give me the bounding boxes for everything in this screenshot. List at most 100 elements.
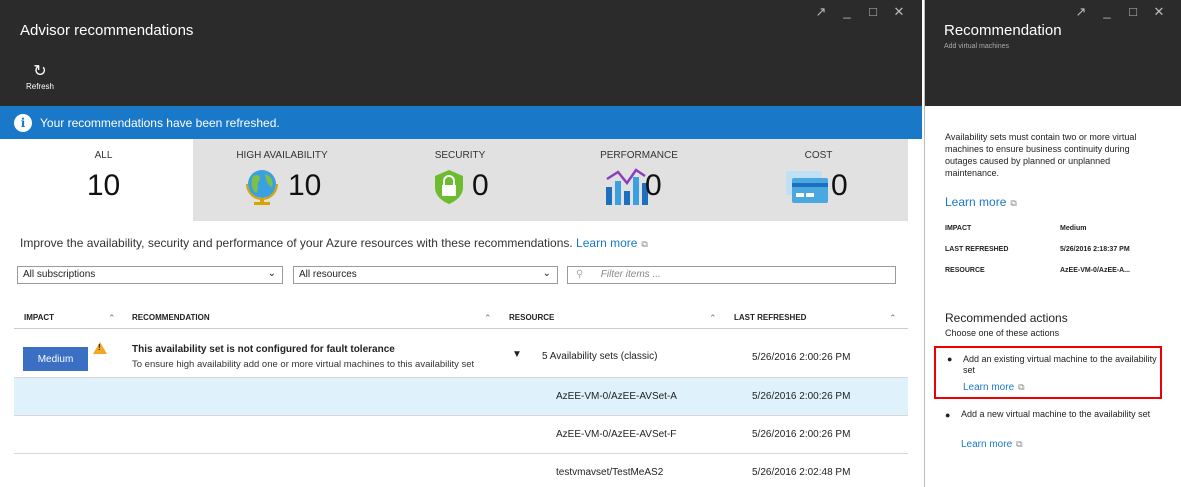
col-last-refreshed[interactable]: LAST REFRESHED [734,313,806,322]
learn-more-link[interactable]: Learn more [945,195,1006,209]
tile-security[interactable]: SECURITY 0 [371,139,549,221]
external-link-icon: ⧉ [1010,198,1017,208]
recommendation-description: Availability sets must contain two or mo… [945,132,1137,178]
tile-cost[interactable]: COST 0 [729,139,908,221]
subscription-dropdown[interactable]: All subscriptions ⌄ [17,266,283,284]
detail-value: 5/26/2016 2:18:37 PM [1060,246,1130,253]
last-refreshed-cell: 5/26/2016 2:00:26 PM [752,429,851,440]
maximize-icon[interactable]: □ [1127,4,1139,20]
tile-count: 0 [472,169,489,202]
action-learn-more-link[interactable]: Learn more [961,439,1012,450]
refresh-icon: ↻ [33,63,47,80]
expand-caret-icon[interactable]: ▼ [512,349,522,360]
notification-bar: i Your recommendations have been refresh… [0,106,922,139]
tile-label: PERFORMANCE [600,150,678,161]
intro-text: Improve the availability, security and p… [20,236,648,250]
resource-cell: AzEE-VM-0/AzEE-AVSet-F [556,429,677,440]
sort-icon[interactable]: ⌃ [484,313,492,324]
impact-badge: Medium [23,347,88,371]
close-icon[interactable]: ✕ [1153,4,1165,20]
minimize-icon[interactable]: _ [1101,4,1113,20]
intro-description: Improve the availability, security and p… [20,236,573,250]
table-row[interactable]: AzEE-VM-0/AzEE-AVSet-A 5/26/2016 2:00:26… [14,378,908,416]
learn-more: Learn more ⧉ [945,195,1017,209]
bullet-icon: ● [945,410,951,420]
detail-key: RESOURCE [945,267,985,274]
tile-count: 10 [86,169,121,202]
filter-placeholder: Filter items ... [600,269,661,280]
table-row[interactable]: testvmavset/TestMeAS2 5/26/2016 2:02:48 … [14,454,908,487]
blade-title: Advisor recommendations [20,22,194,39]
intro-learn-more-link[interactable]: Learn more [576,236,637,250]
action-text: Add an existing virtual machine to the a… [963,354,1157,375]
tile-count: 0 [645,169,662,202]
warning-icon [93,342,107,354]
credit-card-icon [786,171,828,203]
action-add-existing-vm[interactable]: ● Add an existing virtual machine to the… [934,346,1162,399]
tile-all[interactable]: ALL 10 [14,139,193,221]
resource-dropdown[interactable]: All resources ⌄ [293,266,558,284]
pin-icon[interactable]: ↗ [815,4,827,20]
window-controls: ↗ _ □ ✕ [815,4,905,20]
tile-count: 0 [831,169,848,202]
refresh-label: Refresh [25,82,54,91]
col-resource[interactable]: RESOURCE [509,313,554,322]
tile-high-availability[interactable]: HIGH AVAILABILITY 10 [193,139,371,221]
pin-icon[interactable]: ↗ [1075,4,1087,20]
search-icon: ⚲ [576,269,584,280]
action-text: Add a new virtual machine to the availab… [961,409,1151,419]
last-refreshed-cell: 5/26/2016 2:02:48 PM [752,467,851,478]
bullet-icon: ● [947,354,953,364]
recommended-actions-subtitle: Choose one of these actions [945,328,1060,338]
action-learn-more: Learn more ⧉ [961,439,1023,450]
notification-text: Your recommendations have been refreshed… [40,115,280,130]
detail-value: Medium [1060,225,1087,232]
tile-label: SECURITY [434,150,486,161]
external-link-icon: ⧉ [1016,439,1023,449]
refresh-button[interactable]: ↻ Refresh [22,63,58,92]
blade-title: Recommendation [944,22,1062,39]
col-recommendation[interactable]: RECOMMENDATION [132,313,210,322]
table-header: IMPACT ⌃ RECOMMENDATION ⌃ RESOURCE ⌃ LAS… [14,307,908,329]
resource-dropdown-value: All resources [299,269,357,280]
recommendation-blade: Recommendation Add virtual machines ↗ _ … [924,0,1181,487]
tile-performance[interactable]: PERFORMANCE 0 [549,139,729,221]
tile-label: COST [804,150,833,161]
filter-input[interactable]: ⚲ Filter items ... [567,266,896,284]
resource-cell: AzEE-VM-0/AzEE-AVSet-A [556,391,677,402]
last-refreshed-cell: 5/26/2016 2:00:26 PM [752,391,851,402]
sort-icon[interactable]: ⌃ [709,313,717,324]
lock-shield-icon [435,170,463,204]
maximize-icon[interactable]: □ [867,4,879,20]
chevron-down-icon: ⌄ [267,268,276,279]
resource-cell: testvmavset/TestMeAS2 [556,467,664,478]
subscription-dropdown-value: All subscriptions [23,269,96,280]
advisor-recommendations-blade: Advisor recommendations ↗ _ □ ✕ ↻ Refres… [0,0,922,487]
external-link-icon: ⧉ [641,239,648,249]
sort-icon[interactable]: ⌃ [108,313,116,324]
sort-icon[interactable]: ⌃ [889,313,897,324]
recommended-actions-title: Recommended actions [945,311,1068,325]
recommendation-title: This availability set is not configured … [132,344,395,355]
action-learn-more-link[interactable]: Learn more [963,382,1014,393]
bar-line-chart-icon [606,168,648,205]
action-learn-more: Learn more ⧉ [963,382,1025,393]
close-icon[interactable]: ✕ [893,4,905,20]
action-add-new-vm[interactable]: ● Add a new virtual machine to the avail… [934,409,1162,457]
tile-label: ALL [94,150,113,161]
table-row[interactable]: AzEE-VM-0/AzEE-AVSet-F 5/26/2016 2:00:26… [14,416,908,454]
window-controls: ↗ _ □ ✕ [1075,4,1165,20]
detail-value: AzEE-VM-0/AzEE-A... [1060,267,1131,274]
category-tiles: ALL 10 HIGH AVAILABILITY 10 SECURITY 0 P… [14,139,908,221]
minimize-icon[interactable]: _ [841,4,853,20]
detail-key: LAST REFRESHED [945,246,1009,253]
tile-label: HIGH AVAILABILITY [236,150,328,161]
recommendation-subtitle: To ensure high availability add one or m… [132,359,475,370]
table-row[interactable]: Medium This availability set is not conf… [14,339,908,378]
info-icon: i [14,113,32,132]
col-impact[interactable]: IMPACT [24,313,54,322]
globe-icon [246,170,278,205]
detail-key: IMPACT [945,225,972,232]
chevron-down-icon: ⌄ [542,268,551,279]
last-refreshed-cell: 5/26/2016 2:00:26 PM [752,352,851,363]
